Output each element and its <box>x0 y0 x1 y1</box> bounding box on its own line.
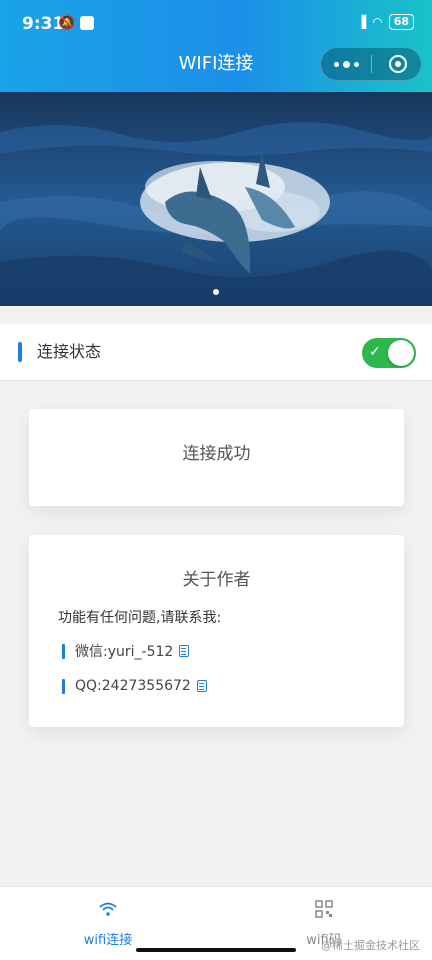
contact-accent-bar <box>62 643 65 659</box>
more-dot-icon <box>353 61 359 67</box>
header-bar: 9:31 🔕 ▐ ◠ 68 WIFI连接 <box>0 0 432 92</box>
about-author-card: 关于作者 功能有任何问题,请联系我: 微信:yuri_-512 QQ:24273… <box>29 535 404 727</box>
wechat-contact-text: 微信:yuri_-512 <box>75 644 174 660</box>
mute-icon: 🔕 <box>58 15 76 31</box>
battery-indicator: 68 <box>388 14 414 30</box>
connection-result-text: 连接成功 <box>182 444 251 464</box>
copy-icon[interactable] <box>179 645 190 657</box>
more-dot-icon <box>333 61 339 67</box>
miniprogram-capsule <box>320 47 422 81</box>
close-miniprogram-button[interactable] <box>389 55 407 73</box>
connection-result-card: 连接成功 <box>29 409 404 506</box>
home-indicator <box>136 948 296 952</box>
connection-toggle[interactable]: ✓ <box>362 338 416 368</box>
contact-intro: 功能有任何问题,请联系我: <box>58 610 222 626</box>
wifi-icon <box>99 902 117 916</box>
status-right: ▐ ◠ 68 <box>357 14 414 30</box>
contact-item-qq: QQ:2427355672 <box>62 676 207 696</box>
connection-status-label: 连接状态 <box>37 342 102 361</box>
carousel-indicator[interactable] <box>213 289 219 295</box>
more-dot-icon <box>342 60 350 68</box>
dolphin-image <box>0 92 432 306</box>
app-notification-icon <box>80 16 94 30</box>
signal-icon: ▐ <box>356 15 367 29</box>
toggle-knob <box>388 340 414 366</box>
capsule-divider <box>371 55 372 73</box>
section-accent-bar <box>18 342 22 362</box>
check-icon: ✓ <box>369 344 381 360</box>
contact-accent-bar <box>62 678 65 694</box>
qr-code-icon <box>315 900 333 918</box>
wifi-status-icon: ◠ <box>372 15 383 29</box>
more-menu-button[interactable] <box>321 48 371 80</box>
copy-icon[interactable] <box>196 680 207 692</box>
about-author-title: 关于作者 <box>182 570 251 590</box>
tab-label: wifi连接 <box>83 933 133 948</box>
watermark-text: @稀土掘金技术社区 <box>321 939 420 952</box>
banner-carousel[interactable] <box>0 92 432 306</box>
connection-status-row: 连接状态 ✓ <box>0 324 432 381</box>
tab-wifi-connect[interactable]: wifi连接 <box>0 895 216 948</box>
qq-contact-text: QQ:2427355672 <box>75 678 191 694</box>
contact-item-wechat: 微信:yuri_-512 <box>62 641 190 661</box>
status-bar: 9:31 🔕 ▐ ◠ 68 <box>0 0 432 44</box>
